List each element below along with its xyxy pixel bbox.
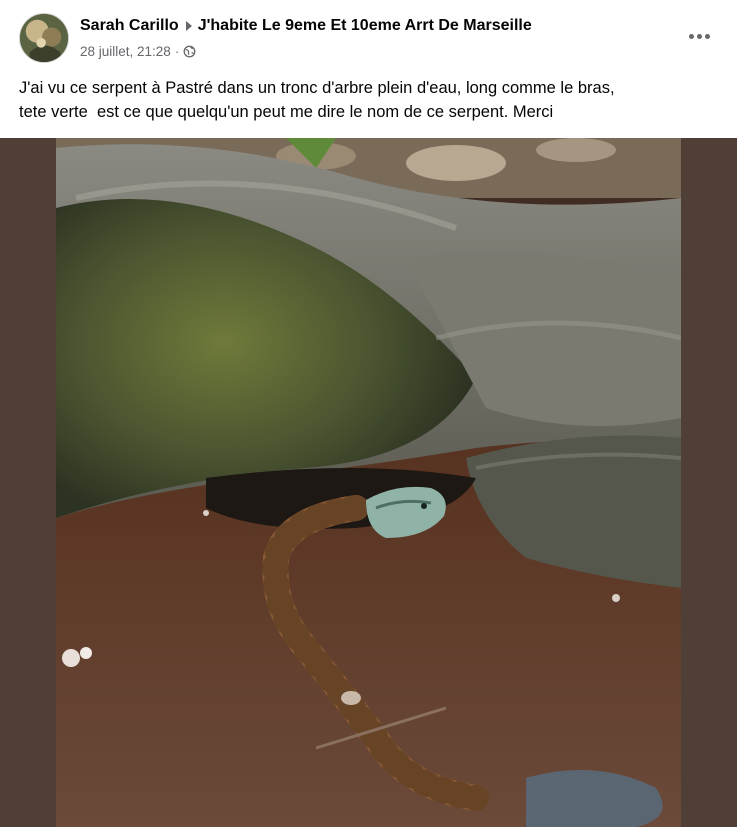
meta-separator: · <box>174 43 180 59</box>
post-meta: 28 juillet, 21:28 · <box>80 42 196 60</box>
timestamp-link[interactable]: 28 juillet, 21:28 <box>80 44 171 59</box>
post-message: J'ai vu ce serpent à Pastré dans un tron… <box>19 76 719 124</box>
author-avatar[interactable] <box>19 13 69 63</box>
post-header: Sarah Carillo J'habite Le 9eme Et 10eme … <box>0 0 737 70</box>
snake-photo-image <box>56 138 681 827</box>
group-name-link[interactable]: J'habite Le 9eme Et 10eme Arrt De Marsei… <box>198 17 532 35</box>
post-media[interactable] <box>0 138 737 827</box>
shared-to-arrow-icon <box>185 21 192 31</box>
header-title: Sarah Carillo J'habite Le 9eme Et 10eme … <box>80 15 532 37</box>
post-photo[interactable] <box>56 138 681 827</box>
post-text-line: J'ai vu ce serpent à Pastré dans un tron… <box>19 79 615 97</box>
author-name-link[interactable]: Sarah Carillo <box>80 17 179 35</box>
more-options-icon <box>688 33 694 39</box>
globe-icon[interactable] <box>183 45 196 58</box>
more-options-button[interactable] <box>681 22 717 50</box>
more-options-icon-dot <box>704 33 710 39</box>
more-options-icon-dot <box>696 33 702 39</box>
post-text-line: tete verte est ce que quelqu'un peut me … <box>19 103 554 121</box>
avatar-image <box>20 14 68 62</box>
